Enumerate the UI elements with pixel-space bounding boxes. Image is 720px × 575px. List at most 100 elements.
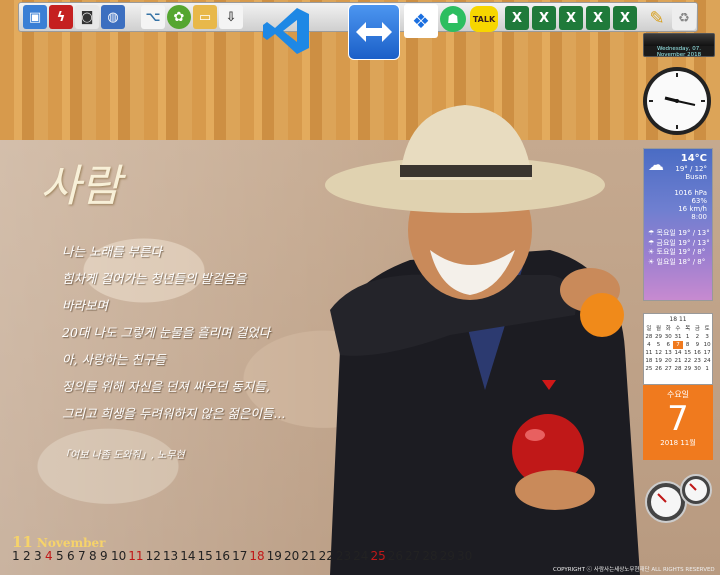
calendar-day: 19 [266,549,282,563]
calendar-day: 1 [12,549,20,563]
weather-city: Busan [685,173,707,181]
app-icon[interactable]: ▣ [23,5,47,29]
mini-calendar-day[interactable]: 6 [663,341,673,349]
mini-calendar-day[interactable]: 12 [654,349,664,357]
calendar-day: 9 [100,549,108,563]
mini-calendar-day[interactable]: 2 [693,333,703,341]
mini-calendar-gadget[interactable]: 18 11 일 월 화 수 목 금 토 28 29 30 31 1 2 3 4 5 6 7 8 9 10 11 12 13 14… [643,313,713,385]
mini-calendar-day[interactable]: 11 [644,349,654,357]
mini-calendar-day[interactable]: 18 [644,357,654,365]
weekday-label: 월 [656,326,662,332]
calendar-day: 10 [111,549,127,563]
poem-line: 아, 사랑하는 친구들 [62,352,166,367]
excel-icon[interactable]: X [532,6,556,30]
calendar-day: 12 [145,549,161,563]
poem-line: 힘차게 걸어가는 청년들의 발걸음을 [62,271,247,286]
date-month: 2018 11월 [660,439,696,447]
mini-calendar-header: 18 11 [669,316,687,323]
poem-source: 「여보 나좀 도와줘」, 노무현 [60,450,185,461]
mini-calendar-day[interactable]: 13 [663,349,673,357]
mini-calendar-day[interactable]: 1 [702,365,712,373]
python-icon[interactable]: ⌥ [141,5,165,29]
mini-calendar-day[interactable]: 20 [663,357,673,365]
mini-calendar-day[interactable]: 16 [693,349,703,357]
camera-icon[interactable]: ◙ [75,5,99,29]
mini-calendar-day[interactable]: 27 [663,365,673,373]
evernote-icon[interactable]: ☗ [440,6,466,32]
meters-gadget[interactable] [640,470,716,525]
wallpaper-poem: 나는 노래를 부른다 힘차게 걸어가는 청년들의 발걸음을 바라보며 20대 나… [62,238,342,427]
weather-temp: 14°C [680,153,707,164]
calendar-day: 30 [456,549,473,563]
calendar-days: 1 2 3 4 5 6 7 8 9 10 11 12 13 14 15 16 17 18 19 20 21 22 23 24 2… [12,549,474,563]
excel-icon[interactable]: X [505,6,529,30]
calendar-day: 6 [67,549,75,563]
globe-icon[interactable]: ◍ [101,5,125,29]
excel-icon[interactable]: X [586,6,610,30]
copyright-text: COPYRIGHT ⓒ 사람사는세상노무현재단 ALL RIGHTS RESER… [553,567,715,573]
excel-icon[interactable]: X [559,6,583,30]
poem-line: 나는 노래를 부른다 [62,244,162,259]
android-icon[interactable]: ✿ [167,5,191,29]
flash-icon[interactable]: ϟ [49,5,73,29]
mini-calendar-day[interactable]: 14 [673,349,683,357]
mini-calendar-day[interactable]: 8 [683,341,693,349]
calendar-day: 2 [23,549,31,563]
mini-calendar-day[interactable]: 24 [702,357,712,365]
mini-calendar-day[interactable]: 4 [644,341,654,349]
mini-calendar-day[interactable]: 30 [663,333,673,341]
mini-calendar-day[interactable]: 23 [693,357,703,365]
calendar-day: 11 [128,549,144,563]
mini-calendar-day[interactable]: 28 [644,333,654,341]
recycle-bin-icon[interactable]: ♻ [672,6,696,30]
excel-icon[interactable]: X [613,6,637,30]
downloader-icon[interactable]: ⇩ [219,5,243,29]
calendar-day: 28 [422,549,438,563]
clock-bar-gadget[interactable]: Wednesday, 07. November 2018 [643,33,715,58]
mini-calendar-day[interactable]: 1 [683,333,693,341]
calendar-day: 24 [353,549,369,563]
mini-calendar-day[interactable]: 7 [673,341,683,349]
calendar-day: 14 [180,549,196,563]
calendar-day: 26 [387,549,404,563]
calendar-day: 5 [56,549,64,563]
weather-gadget[interactable]: ☁ 14°C 19° / 12° Busan 1016 hPa 63% 16 k… [643,148,713,301]
mini-calendar-day[interactable]: 19 [654,357,664,365]
mini-calendar-day[interactable]: 29 [683,365,693,373]
folder-icon[interactable]: ▭ [193,5,217,29]
mini-calendar-day[interactable]: 28 [673,365,683,373]
analog-clock-gadget[interactable] [641,65,713,137]
dropbox-icon[interactable]: ❖ [404,4,438,38]
tools-icon[interactable]: ✎ [645,6,669,30]
calendar-day: 4 [45,549,53,563]
calendar-day: 23 [335,549,352,563]
calendar-day: 17 [232,549,248,563]
mini-calendar-day[interactable]: 17 [702,349,712,357]
calendar-day: 25 [370,549,386,563]
date-weekday: 수요일 [666,390,690,399]
weather-range: 19° / 12° [675,165,707,173]
calendar-day: 7 [78,549,86,563]
calendar-day: 21 [301,549,317,563]
mini-calendar-day[interactable]: 15 [683,349,693,357]
mini-calendar-day[interactable]: 5 [654,341,664,349]
date-card-gadget[interactable]: 수요일 7 2018 11월 [643,385,713,460]
mini-calendar-day[interactable]: 30 [693,365,703,373]
mini-calendar-day[interactable]: 3 [702,333,712,341]
mini-calendar-day[interactable]: 10 [702,341,712,349]
mini-calendar-day[interactable]: 25 [644,365,654,373]
mini-calendar-day[interactable]: 26 [654,365,664,373]
calendar-day: 27 [405,549,421,563]
mini-calendar-day[interactable]: 21 [673,357,683,365]
kakaotalk-icon[interactable]: TALK [470,6,498,32]
calendar-day: 18 [249,549,265,563]
calendar-day: 3 [34,549,42,563]
poem-line: 20대 나도 그렇게 눈물을 흘리며 걸었다 [62,325,271,340]
forecast-item: ☀ 토요일 19° / 8° [648,248,706,256]
vscode-icon[interactable] [262,4,312,58]
mini-calendar-day[interactable]: 22 [683,357,693,365]
mini-calendar-day[interactable]: 29 [654,333,664,341]
mini-calendar-day[interactable]: 31 [673,333,683,341]
teamviewer-icon[interactable] [348,4,400,60]
mini-calendar-day[interactable]: 9 [693,341,703,349]
